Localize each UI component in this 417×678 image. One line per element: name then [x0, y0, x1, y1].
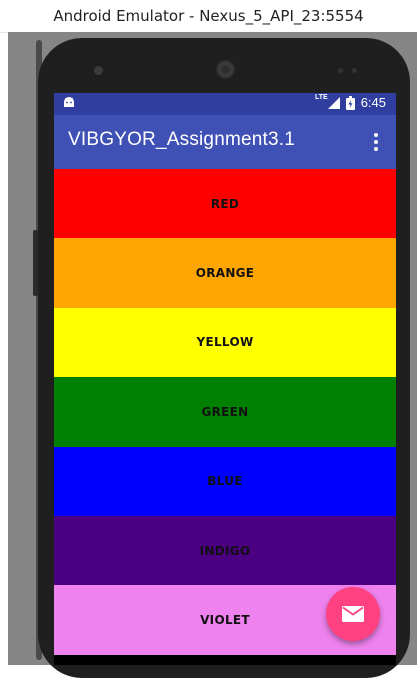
device-screen: LTE 6:45 VIBGYOR_Assignment3.1 RED ORANGE…: [54, 93, 396, 665]
color-item-orange[interactable]: ORANGE: [54, 238, 396, 308]
front-sensors: [338, 68, 362, 74]
color-item-label: VIOLET: [200, 613, 250, 628]
clock: 6:45: [360, 95, 386, 110]
network-type-label: LTE: [314, 94, 328, 101]
color-item-label: BLUE: [207, 474, 243, 489]
color-item-green[interactable]: GREEN: [54, 377, 396, 447]
emulator-window-title: Android Emulator - Nexus_5_API_23:5554: [0, 0, 417, 33]
window-title-text: Android Emulator - Nexus_5_API_23:5554: [53, 7, 364, 25]
overflow-menu-icon[interactable]: [368, 131, 384, 153]
color-item-blue[interactable]: BLUE: [54, 446, 396, 516]
app-title: VIBGYOR_Assignment3.1: [68, 129, 296, 150]
signal-icon: [327, 96, 340, 109]
app-bar: VIBGYOR_Assignment3.1: [54, 115, 396, 169]
proximity-sensor: [94, 66, 103, 75]
color-item-indigo[interactable]: INDIGO: [54, 515, 396, 586]
color-item-label: INDIGO: [199, 543, 251, 558]
email-icon: [342, 606, 364, 622]
earpiece-speaker: [216, 60, 235, 79]
color-list: RED ORANGE YELLOW GREEN BLUE INDIGO VIOLET: [54, 169, 396, 655]
status-bar: LTE 6:45: [54, 93, 396, 115]
color-item-red[interactable]: RED: [54, 169, 396, 239]
color-item-label: ORANGE: [195, 266, 255, 281]
android-notification-icon: [64, 97, 74, 107]
color-item-label: RED: [210, 196, 240, 211]
color-item-yellow[interactable]: YELLOW: [54, 307, 396, 378]
battery-icon: [345, 95, 355, 110]
email-fab[interactable]: [326, 587, 380, 641]
color-item-label: YELLOW: [196, 335, 254, 350]
color-item-label: GREEN: [201, 404, 249, 419]
